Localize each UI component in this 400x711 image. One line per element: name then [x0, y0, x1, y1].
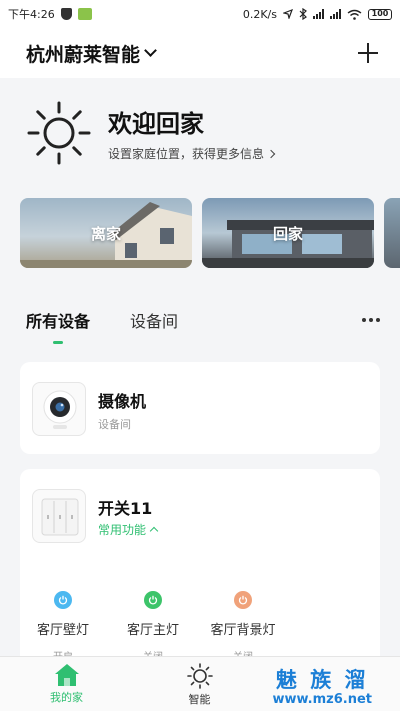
switch-name: 开关11	[98, 499, 153, 518]
chevron-down-icon[interactable]	[144, 43, 157, 57]
nav-smart[interactable]: 智能	[133, 657, 266, 711]
welcome-title: 欢迎回家	[108, 110, 204, 138]
device-card-switch[interactable]: 开关11 常用功能 客厅壁灯 开启 客厅主灯 关闭 客厅背景灯 关闭	[20, 469, 380, 669]
sun-icon	[27, 101, 91, 165]
light-control[interactable]: 客厅背景灯 关闭	[198, 591, 288, 663]
scene-home-label: 回家	[272, 224, 303, 243]
nav-my-home-label: 我的家	[50, 691, 83, 704]
device-tabs: 所有设备 设备间	[26, 300, 380, 344]
status-time: 下午4:26	[8, 8, 55, 21]
light-label: 客厅主灯	[126, 623, 179, 638]
power-icon[interactable]	[144, 591, 162, 609]
light-control[interactable]: 客厅主灯 关闭	[108, 591, 198, 663]
scene-next-card[interactable]	[384, 198, 400, 268]
add-device-button[interactable]	[356, 41, 380, 65]
network-speed: 0.2K/s	[242, 7, 277, 21]
signal-icon-2	[330, 9, 341, 19]
light-label: 客厅背景灯	[210, 623, 276, 638]
nav-smart-label: 智能	[188, 693, 211, 706]
watermark-title: 魅 族 溜	[275, 668, 369, 692]
light-control[interactable]: 客厅壁灯 开启	[18, 591, 108, 663]
status-bar: 下午4:26 0.2K/s 100	[0, 0, 400, 28]
app-header: 杭州蔚莱智能	[0, 28, 400, 78]
common-functions-label: 常用功能	[98, 523, 147, 537]
camera-thumbnail	[32, 382, 86, 436]
nav-my-home[interactable]: 我的家	[0, 657, 133, 711]
welcome-subtitle: 设置家庭位置，获得更多信息	[108, 147, 265, 161]
home-icon	[54, 664, 79, 686]
home-selector[interactable]: 杭州蔚莱智能	[26, 40, 140, 67]
common-functions-toggle[interactable]: 常用功能	[98, 521, 159, 538]
bluetooth-icon	[299, 8, 307, 20]
tab-all-devices[interactable]: 所有设备	[26, 308, 91, 344]
camera-name: 摄像机	[98, 392, 147, 411]
shield-icon	[60, 8, 72, 20]
welcome-section[interactable]: 欢迎回家 设置家庭位置，获得更多信息	[26, 100, 276, 166]
app-notification-icon	[77, 8, 92, 20]
scene-away-card[interactable]: 离家	[20, 198, 192, 268]
tab-rooms[interactable]: 设备间	[130, 308, 178, 332]
scene-away-label: 离家	[90, 224, 121, 243]
active-tab-indicator	[53, 341, 63, 344]
power-icon[interactable]	[234, 591, 252, 609]
camera-icon	[43, 390, 77, 429]
set-location-link[interactable]: 设置家庭位置，获得更多信息	[108, 145, 276, 162]
device-card-camera[interactable]: 摄像机 设备间	[20, 362, 380, 454]
power-icon[interactable]	[54, 591, 72, 609]
scene-list: 离家 回家	[20, 198, 400, 268]
watermark: 魅 族 溜 www.mz6.net	[272, 664, 372, 707]
battery-icon: 100	[368, 8, 392, 20]
wall-switch-icon	[41, 498, 79, 536]
light-controls: 客厅壁灯 开启 客厅主灯 关闭 客厅背景灯 关闭	[20, 591, 380, 663]
camera-room: 设备间	[98, 418, 131, 431]
light-label: 客厅壁灯	[36, 623, 89, 638]
more-options-button[interactable]	[362, 318, 380, 322]
signal-icon	[313, 9, 324, 19]
watermark-url: www.mz6.net	[272, 692, 372, 707]
switch-thumbnail	[32, 489, 86, 543]
chevron-up-icon	[149, 526, 159, 536]
scene-home-card[interactable]: 回家	[202, 198, 374, 268]
smart-sun-icon	[186, 663, 213, 689]
tab-all-devices-label: 所有设备	[26, 312, 91, 331]
chevron-right-icon	[266, 149, 276, 158]
location-icon	[283, 9, 293, 19]
wifi-icon	[347, 9, 362, 20]
